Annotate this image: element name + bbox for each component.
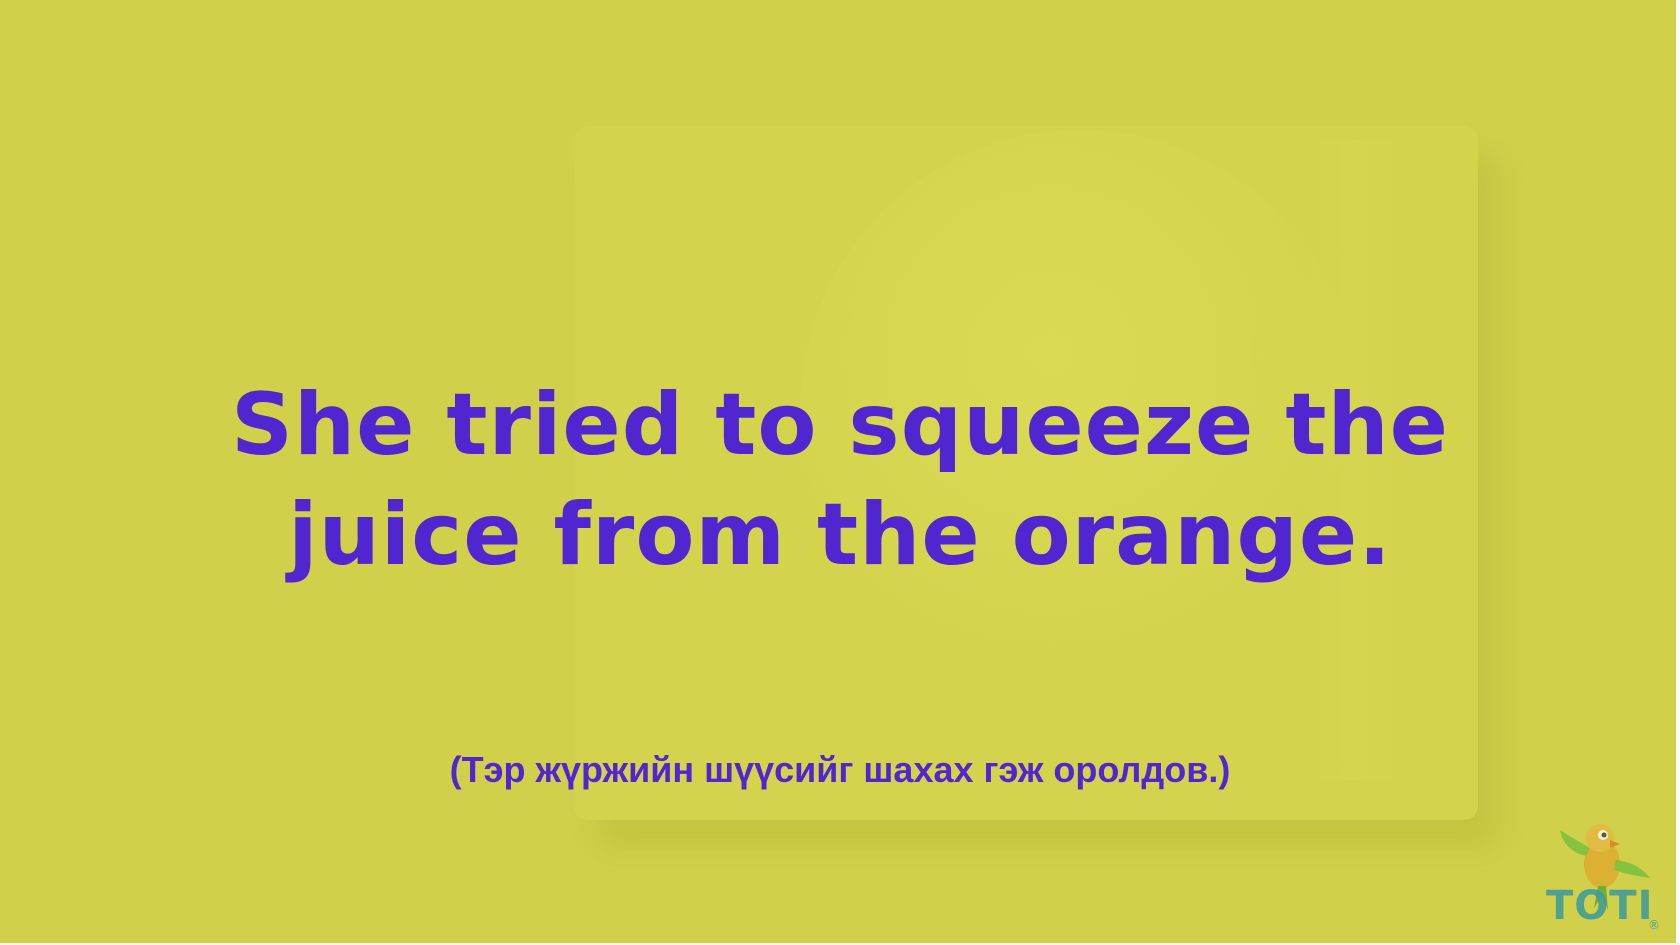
parrot-wing-left xyxy=(1560,830,1590,856)
video-frame: She tried to squeeze the juice from the … xyxy=(0,0,1680,945)
slide-background: She tried to squeeze the juice from the … xyxy=(0,0,1680,945)
registered-mark: ® xyxy=(1648,918,1660,932)
parrot-pupil xyxy=(1601,832,1607,838)
parrot-wing-right xyxy=(1614,860,1650,878)
logo-wordmark: TOTI xyxy=(1546,883,1654,929)
english-sentence: She tried to squeeze the juice from the … xyxy=(230,375,1449,585)
mongolian-translation: (Тэр жүржийн шүүсийг шахах гэж оролдов.) xyxy=(449,749,1231,790)
frame-edge-right xyxy=(1676,0,1680,945)
parrot-beak xyxy=(1610,840,1620,848)
